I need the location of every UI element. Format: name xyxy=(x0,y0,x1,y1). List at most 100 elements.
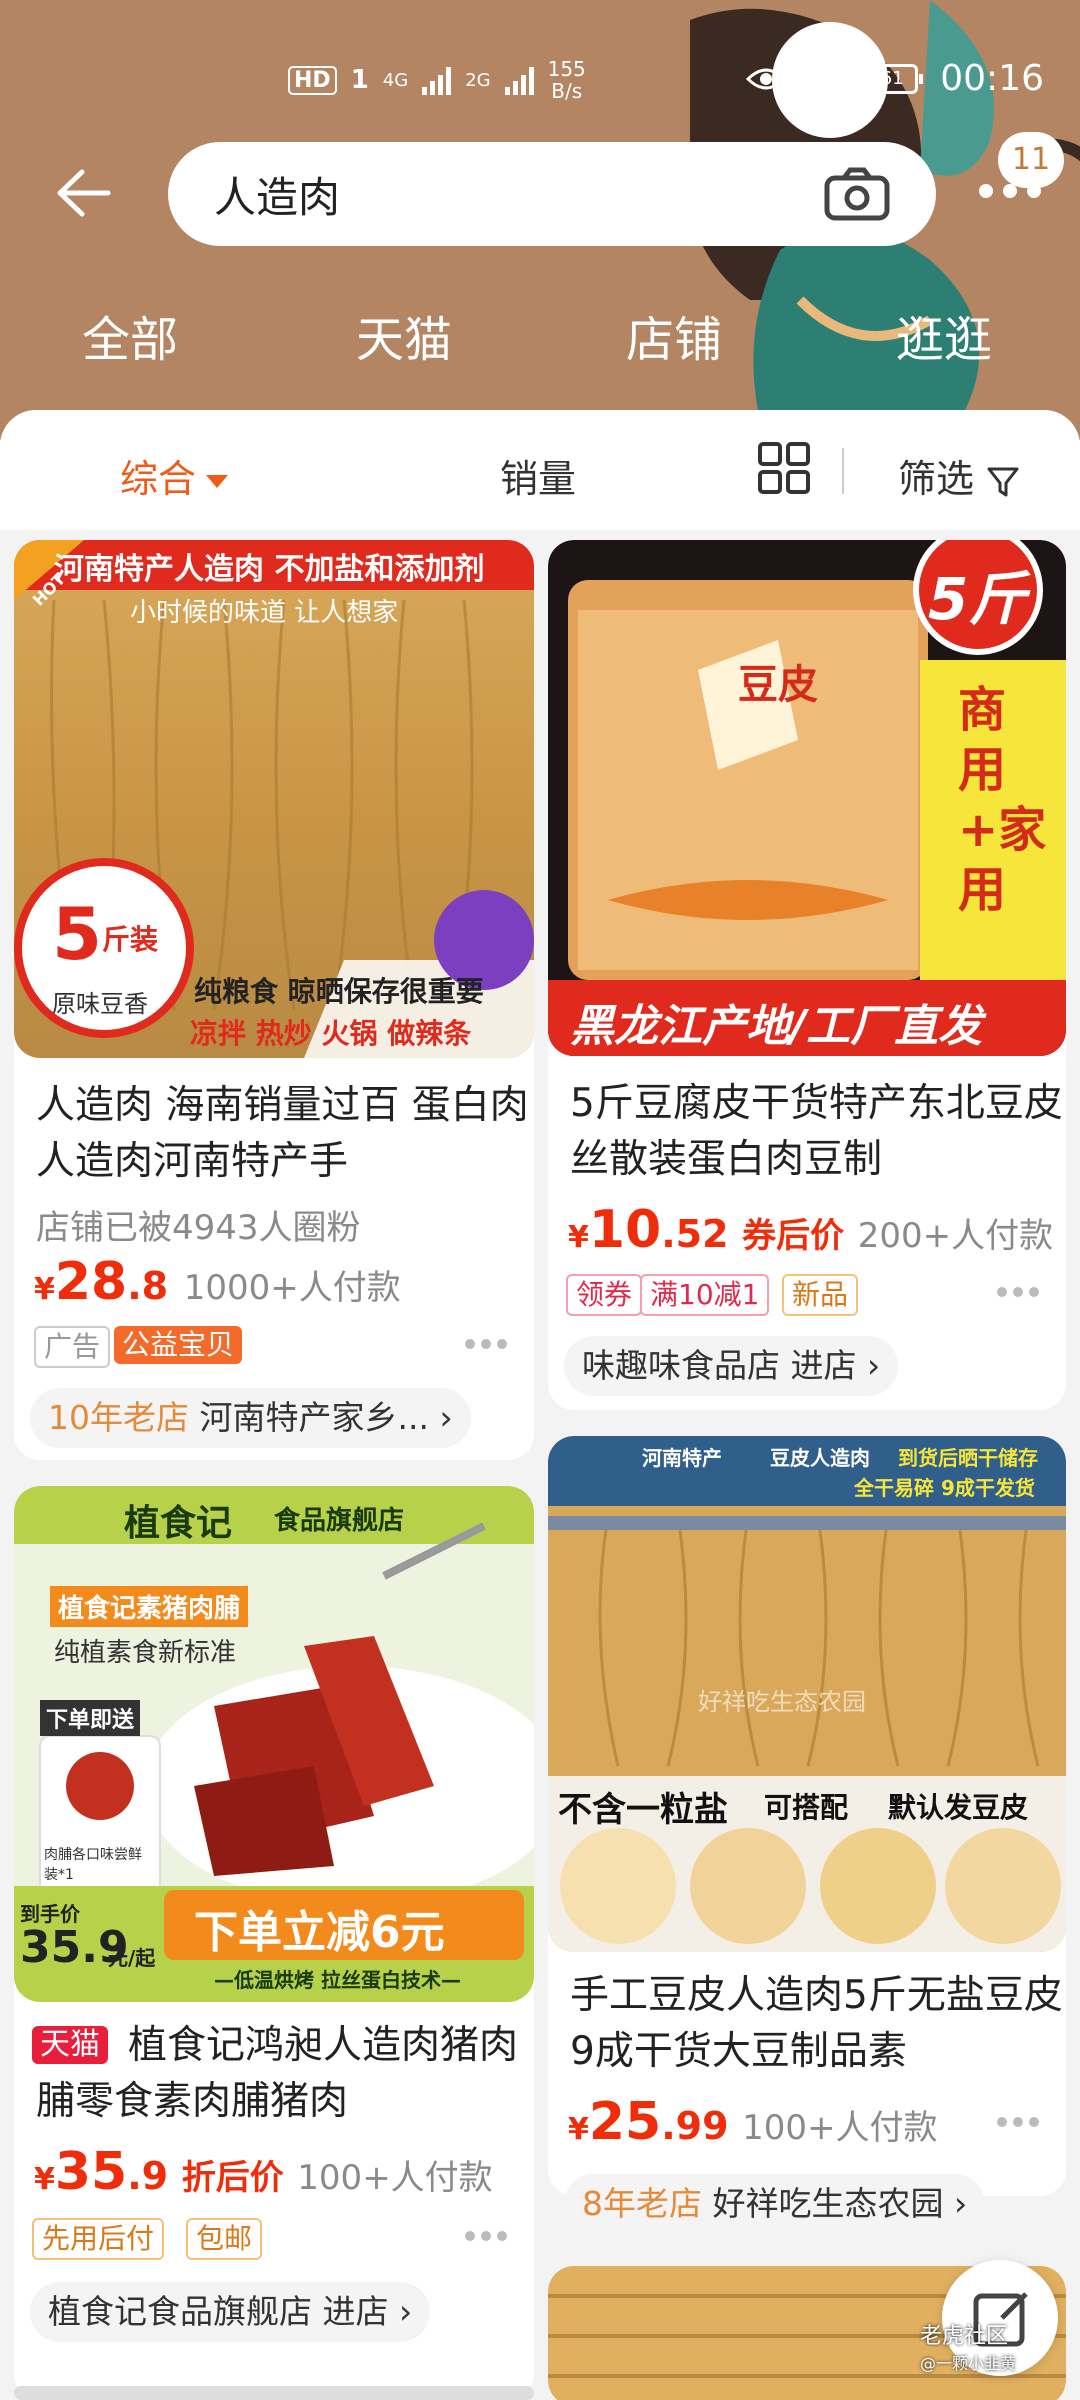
network-speed: 155 B/s xyxy=(547,57,586,103)
product-card-2[interactable]: 豆皮 5斤 商用+家用 黑龙江产地/工厂直发 5斤豆腐皮干货特产东北豆皮丝散装蛋… xyxy=(548,540,1066,1410)
sim-indicator: 1 xyxy=(350,65,369,95)
product-image-4[interactable]: 河南特产 豆皮人造肉 到货后晒干储存 全干易碎 9成干发货 好祥吃生态农园 不含… xyxy=(548,1436,1066,1952)
charity-tag: 公益宝贝 xyxy=(114,1326,243,1364)
store-fans: 店铺已被4943人圈粉 xyxy=(36,1208,361,1248)
product-image-2[interactable]: 豆皮 5斤 商用+家用 黑龙江产地/工厂直发 xyxy=(548,540,1066,1056)
back-arrow-icon[interactable] xyxy=(52,168,112,218)
filter-button[interactable]: 筛选 xyxy=(898,448,1020,503)
image-line-1: 不含一粒盐 xyxy=(558,1790,728,1830)
image-tag-2: 豆皮人造肉 xyxy=(770,1446,870,1470)
promo-text: 下单立减6元 xyxy=(194,1907,445,1958)
image-tag-4: 全干易碎 9成干发货 xyxy=(854,1476,1035,1500)
more-dots-icon[interactable] xyxy=(996,1286,1040,1298)
price-4: ¥25.99 100+人付款 xyxy=(568,2092,938,2152)
promo-subtext: —低温烘烤 拉丝蛋白技术— xyxy=(214,1968,461,1992)
product-card-1[interactable]: HOT 河南特产人造肉 不加盐和添加剂 小时候的味道 让人想家 5 斤装 原味豆… xyxy=(14,540,534,1460)
ad-tag: 广告 xyxy=(34,1326,111,1368)
brand-logo-text: 植食记 xyxy=(124,1503,233,1544)
brand-subtitle: 食品旗舰店 xyxy=(274,1506,405,1536)
product-sublabel: 纯植素食新标准 xyxy=(54,1638,237,1668)
bottom-banner: 黑龙江产地/工厂直发 xyxy=(570,1001,983,1052)
search-query[interactable]: 人造肉 xyxy=(214,164,340,225)
image-line-2: 可搭配 xyxy=(764,1791,849,1824)
tab-bar: 全部 天猫 店铺 逛逛 xyxy=(0,300,1080,380)
product-title-3[interactable]: 植食记鸿昶人造肉猪肉脯零食素肉脯猪肉 xyxy=(36,2018,534,2130)
dropdown-triangle-icon xyxy=(206,475,229,488)
more-dots-icon[interactable] xyxy=(464,2230,508,2242)
chevron-right-icon: › xyxy=(943,2184,968,2223)
chevron-right-icon: › xyxy=(388,2292,413,2331)
badge-number: 5 xyxy=(52,892,103,976)
tab-all[interactable]: 全部 xyxy=(82,300,178,370)
bag-label: 豆皮 xyxy=(738,662,818,708)
discount-tag: 满10减1 xyxy=(640,1274,770,1316)
chevron-right-icon: › xyxy=(856,1346,881,1385)
product-title-1[interactable]: 人造肉 海南销量过百 蛋白肉人造肉河南特产手 xyxy=(36,1078,534,1190)
message-count-badge: 11 xyxy=(998,132,1064,188)
image-banner-text: 河南特产人造肉 不加盐和添加剂 xyxy=(54,552,485,587)
badge-subtitle: 原味豆香 xyxy=(52,990,148,1018)
side-label: 商用+家用 xyxy=(958,682,1047,918)
network-2g-label: 2G xyxy=(465,69,491,91)
paid-count: 100+人付款 xyxy=(297,2158,493,2198)
paid-count: 200+人付款 xyxy=(857,1216,1054,1256)
filter-funnel-icon xyxy=(987,467,1019,496)
image-subtitle-text: 小时候的味道 让人想家 xyxy=(130,598,399,628)
image-line-2: 凉拌 热炒 火锅 做辣条 xyxy=(190,1017,472,1050)
signal-icon xyxy=(422,65,452,95)
eye-icon xyxy=(746,68,787,89)
chevron-right-icon: › xyxy=(439,1398,453,1437)
more-dots-icon[interactable] xyxy=(464,1338,508,1350)
gift-label: 下单即送 xyxy=(40,1700,141,1736)
watermark: 老虎社区 @一颗小韭黄 xyxy=(920,2324,1017,2373)
product-label: 植食记素猪肉脯 xyxy=(50,1586,249,1627)
more-dots-icon[interactable] xyxy=(996,2116,1040,2128)
image-line-1: 纯粮食 晾晒保存很重要 xyxy=(194,975,484,1008)
tab-tmall[interactable]: 天猫 xyxy=(356,300,452,370)
store-pill-3[interactable]: 植食记食品旗舰店 进店 › xyxy=(30,2282,431,2342)
pay-later-tag: 先用后付 xyxy=(32,2218,165,2260)
badge-unit: 斤装 xyxy=(102,923,159,956)
hd-indicator: HD xyxy=(288,65,337,95)
status-bar: HD 1 4G 2G 155 B/s 61 00:16 xyxy=(0,52,1080,112)
image-line-3: 默认发豆皮 xyxy=(888,1791,1029,1824)
network-4g-label: 4G xyxy=(382,69,409,91)
product-image-1[interactable]: HOT 河南特产人造肉 不加盐和添加剂 小时候的味道 让人想家 5 斤装 原味豆… xyxy=(14,540,534,1058)
price-note: 券后价 xyxy=(742,1216,845,1256)
mute-icon xyxy=(811,63,842,94)
header-banner: HD 1 4G 2G 155 B/s 61 00:16 人造肉 11 全部 天猫… xyxy=(0,0,1080,440)
product-card-6-peek[interactable] xyxy=(14,2386,534,2400)
paid-count: 1000+人付款 xyxy=(183,1268,401,1308)
gift-sublabel: 肉脯各口味尝鲜装*1 xyxy=(44,1847,142,1883)
camera-icon[interactable] xyxy=(824,166,890,222)
product-image-3[interactable]: 植食记 食品旗舰店 植食记素猪肉脯 纯植素食新标准 下单即送 肉脯各口味尝鲜装*… xyxy=(14,1486,534,2002)
corner-weight-label: 5斤 xyxy=(928,565,1027,633)
sort-comprehensive[interactable]: 综合 xyxy=(120,448,229,503)
image-watermark: 好祥吃生态农园 xyxy=(698,1688,866,1716)
store-pill-1[interactable]: 10年老店 河南特产家乡... › xyxy=(30,1388,471,1448)
store-pill-2[interactable]: 味趣味食品店 进店 › xyxy=(564,1336,899,1396)
arrive-unit: 元/起 xyxy=(108,1946,156,1970)
free-shipping-tag: 包邮 xyxy=(186,2218,263,2260)
price-2: ¥10.52 券后价 200+人付款 xyxy=(568,1200,1054,1260)
image-tag-1: 河南特产 xyxy=(642,1446,722,1470)
sortbar-divider xyxy=(842,448,844,494)
price-note: 折后价 xyxy=(181,2158,284,2198)
grid-view-icon[interactable] xyxy=(758,442,810,494)
coupon-tag[interactable]: 领券 xyxy=(566,1274,643,1316)
product-title-4[interactable]: 手工豆皮人造肉5斤无盐豆皮9成干货大豆制品素 xyxy=(570,1968,1066,2080)
store-pill-4[interactable]: 8年老店 好祥吃生态农园 › xyxy=(564,2174,986,2234)
signal-icon-2 xyxy=(504,65,534,95)
product-card-3[interactable]: 植食记 食品旗舰店 植食记素猪肉脯 纯植素食新标准 下单即送 肉脯各口味尝鲜装*… xyxy=(14,1486,534,2400)
price-3: ¥35.9 折后价 100+人付款 xyxy=(34,2142,493,2202)
product-card-4[interactable]: 河南特产 豆皮人造肉 到货后晒干储存 全干易碎 9成干发货 好祥吃生态农园 不含… xyxy=(548,1436,1066,2196)
sort-sales[interactable]: 销量 xyxy=(500,448,576,503)
tab-stores[interactable]: 店铺 xyxy=(626,300,722,370)
tab-browse[interactable]: 逛逛 xyxy=(896,300,992,370)
search-box[interactable]: 人造肉 xyxy=(168,142,936,246)
product-title-2[interactable]: 5斤豆腐皮干货特产东北豆皮丝散装蛋白肉豆制 xyxy=(570,1076,1066,1188)
new-tag: 新品 xyxy=(782,1274,859,1316)
battery-icon: 61 xyxy=(866,63,924,94)
price-1: ¥28.8 1000+人付款 xyxy=(34,1252,401,1312)
clock: 00:16 xyxy=(940,58,1044,99)
